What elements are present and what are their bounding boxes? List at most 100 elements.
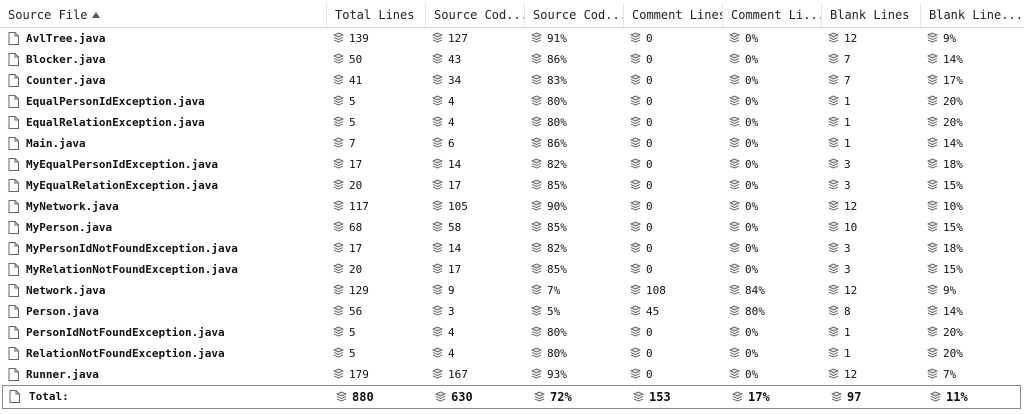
metric-value: 17% — [748, 390, 770, 404]
table-row[interactable]: Person.java 56 3 5% 45 80% 8 14% — [0, 301, 1024, 322]
file-name: MyPersonIdNotFoundException.java — [26, 242, 238, 255]
cell-blank-lines: 3 — [822, 259, 921, 280]
file-icon — [8, 305, 19, 318]
metric-value: 0 — [646, 158, 653, 171]
cell-comment-percent: 0% — [723, 154, 822, 175]
metric-value: 80% — [547, 116, 567, 129]
table-row[interactable]: MyEqualRelationException.java 20 17 85% 0 0% 3… — [0, 175, 1024, 196]
column-header-blank-lines[interactable]: Blank Lines — [822, 3, 921, 27]
table-row[interactable]: Main.java 7 6 86% 0 0% 1 14% — [0, 133, 1024, 154]
metric-value: 4 — [448, 347, 455, 360]
stack-icon — [432, 200, 443, 211]
table-row[interactable]: MyEqualPersonIdException.java 17 14 82% 0 0% 3… — [0, 154, 1024, 175]
column-header-source-file[interactable]: Source File — [0, 3, 327, 27]
table-row[interactable]: MyPerson.java 68 58 85% 0 0% 10 15% — [0, 217, 1024, 238]
column-header-label: Source Cod... — [533, 8, 624, 22]
file-name: MyRelationNotFoundException.java — [26, 263, 238, 276]
table-row[interactable]: PersonIdNotFoundException.java 5 4 80% 0 0% 1 2… — [0, 322, 1024, 343]
column-header-comment-lines[interactable]: Comment Lines — [624, 3, 723, 27]
table-row[interactable]: Counter.java 41 34 83% 0 0% 7 17% — [0, 70, 1024, 91]
cell-source-code-percent: 85% — [525, 259, 624, 280]
metric-value: 17% — [943, 74, 963, 87]
stack-icon — [630, 32, 641, 43]
cell-source-code-percent: 85% — [525, 175, 624, 196]
metric-value: 5 — [349, 116, 356, 129]
metric-value: 0 — [646, 368, 653, 381]
total-row: Total: 880 630 72% 153 17% 97 11% — [2, 385, 1021, 409]
cell-total-lines: 880 — [330, 386, 429, 408]
cell-comment-lines: 0 — [624, 175, 723, 196]
cell-source-file: MyPerson.java — [0, 217, 327, 238]
file-name: MyNetwork.java — [26, 200, 119, 213]
column-resize-handle[interactable] — [920, 3, 921, 27]
stack-icon — [630, 326, 641, 337]
cell-comment-lines: 0 — [624, 238, 723, 259]
stack-icon — [531, 200, 542, 211]
column-header-total-lines[interactable]: Total Lines — [327, 3, 426, 27]
metric-value: 9% — [943, 32, 957, 45]
stack-icon — [831, 391, 842, 402]
column-header-blank-percent[interactable]: Blank Line... — [921, 3, 1021, 27]
cell-source-code-lines: 17 — [426, 175, 525, 196]
table-row[interactable]: RelationNotFoundException.java 5 4 80% 0 0% 1 2… — [0, 343, 1024, 364]
cell-blank-percent: 14% — [921, 133, 1021, 154]
metric-value: 7 — [844, 53, 851, 66]
table-row[interactable]: MyPersonIdNotFoundException.java 17 14 82% 0… — [0, 238, 1024, 259]
stack-icon — [531, 242, 542, 253]
metric-value: 18% — [943, 242, 963, 255]
stack-icon — [828, 200, 839, 211]
cell-comment-lines: 153 — [627, 386, 726, 408]
stack-icon — [432, 137, 443, 148]
table-row[interactable]: Blocker.java 50 43 86% 0 0% 7 14% — [0, 49, 1024, 70]
cell-total-lines: 41 — [327, 70, 426, 91]
metric-value: 12 — [844, 200, 858, 213]
cell-comment-lines: 0 — [624, 322, 723, 343]
cell-source-code-percent: 91% — [525, 28, 624, 49]
column-resize-handle[interactable] — [722, 3, 723, 27]
column-resize-handle[interactable] — [623, 3, 624, 27]
metric-value: 86% — [547, 137, 567, 150]
metric-value: 0% — [745, 137, 759, 150]
metric-value: 6 — [448, 137, 455, 150]
table-row[interactable]: AvlTree.java 139 127 91% 0 0% 12 9% — [0, 28, 1024, 49]
stack-icon — [729, 242, 740, 253]
table-row[interactable]: EqualRelationException.java 5 4 80% 0 0% 1 20% — [0, 112, 1024, 133]
cell-blank-lines: 3 — [822, 238, 921, 259]
stack-icon — [927, 347, 938, 358]
table-row[interactable]: MyNetwork.java 117 105 90% 0 0% 12 10% — [0, 196, 1024, 217]
cell-source-file: MyNetwork.java — [0, 196, 327, 217]
table-row[interactable]: Runner.java 179 167 93% 0 0% 12 7% — [0, 364, 1024, 385]
column-resize-handle[interactable] — [425, 3, 426, 27]
metric-value: 880 — [352, 390, 374, 404]
table-row[interactable]: Network.java 129 9 7% 108 84% 12 9% — [0, 280, 1024, 301]
column-header-comment-percent[interactable]: Comment Li... — [723, 3, 822, 27]
metric-value: 9 — [448, 284, 455, 297]
column-resize-handle[interactable] — [326, 3, 327, 27]
table-row[interactable]: EqualPersonIdException.java 5 4 80% 0 0% 1 20% — [0, 91, 1024, 112]
stack-icon — [333, 263, 344, 274]
cell-source-file: RelationNotFoundException.java — [0, 343, 327, 364]
cell-comment-percent: 0% — [723, 28, 822, 49]
metric-value: 58 — [448, 221, 462, 234]
metric-value: 0 — [646, 242, 653, 255]
metric-value: 12 — [844, 368, 858, 381]
stack-icon — [828, 53, 839, 64]
cell-source-code-percent: 83% — [525, 70, 624, 91]
table-header: Source File Total Lines Source Cod... Sourc… — [0, 3, 1024, 28]
stack-icon — [828, 368, 839, 379]
metric-value: 179 — [349, 368, 369, 381]
cell-source-code-percent: 80% — [525, 112, 624, 133]
column-header-source-code-lines[interactable]: Source Cod... — [426, 3, 525, 27]
column-header-source-code-percent[interactable]: Source Cod... — [525, 3, 624, 27]
cell-source-code-lines: 6 — [426, 133, 525, 154]
metric-value: 0% — [745, 326, 759, 339]
table-row[interactable]: MyRelationNotFoundException.java 20 17 85% 0… — [0, 259, 1024, 280]
cell-comment-percent: 0% — [723, 175, 822, 196]
stack-icon — [333, 221, 344, 232]
column-resize-handle[interactable] — [524, 3, 525, 27]
metric-value: 7% — [943, 368, 957, 381]
metric-value: 4 — [448, 116, 455, 129]
column-resize-handle[interactable] — [821, 3, 822, 27]
cell-total-lines: 7 — [327, 133, 426, 154]
cell-blank-percent: 18% — [921, 238, 1021, 259]
